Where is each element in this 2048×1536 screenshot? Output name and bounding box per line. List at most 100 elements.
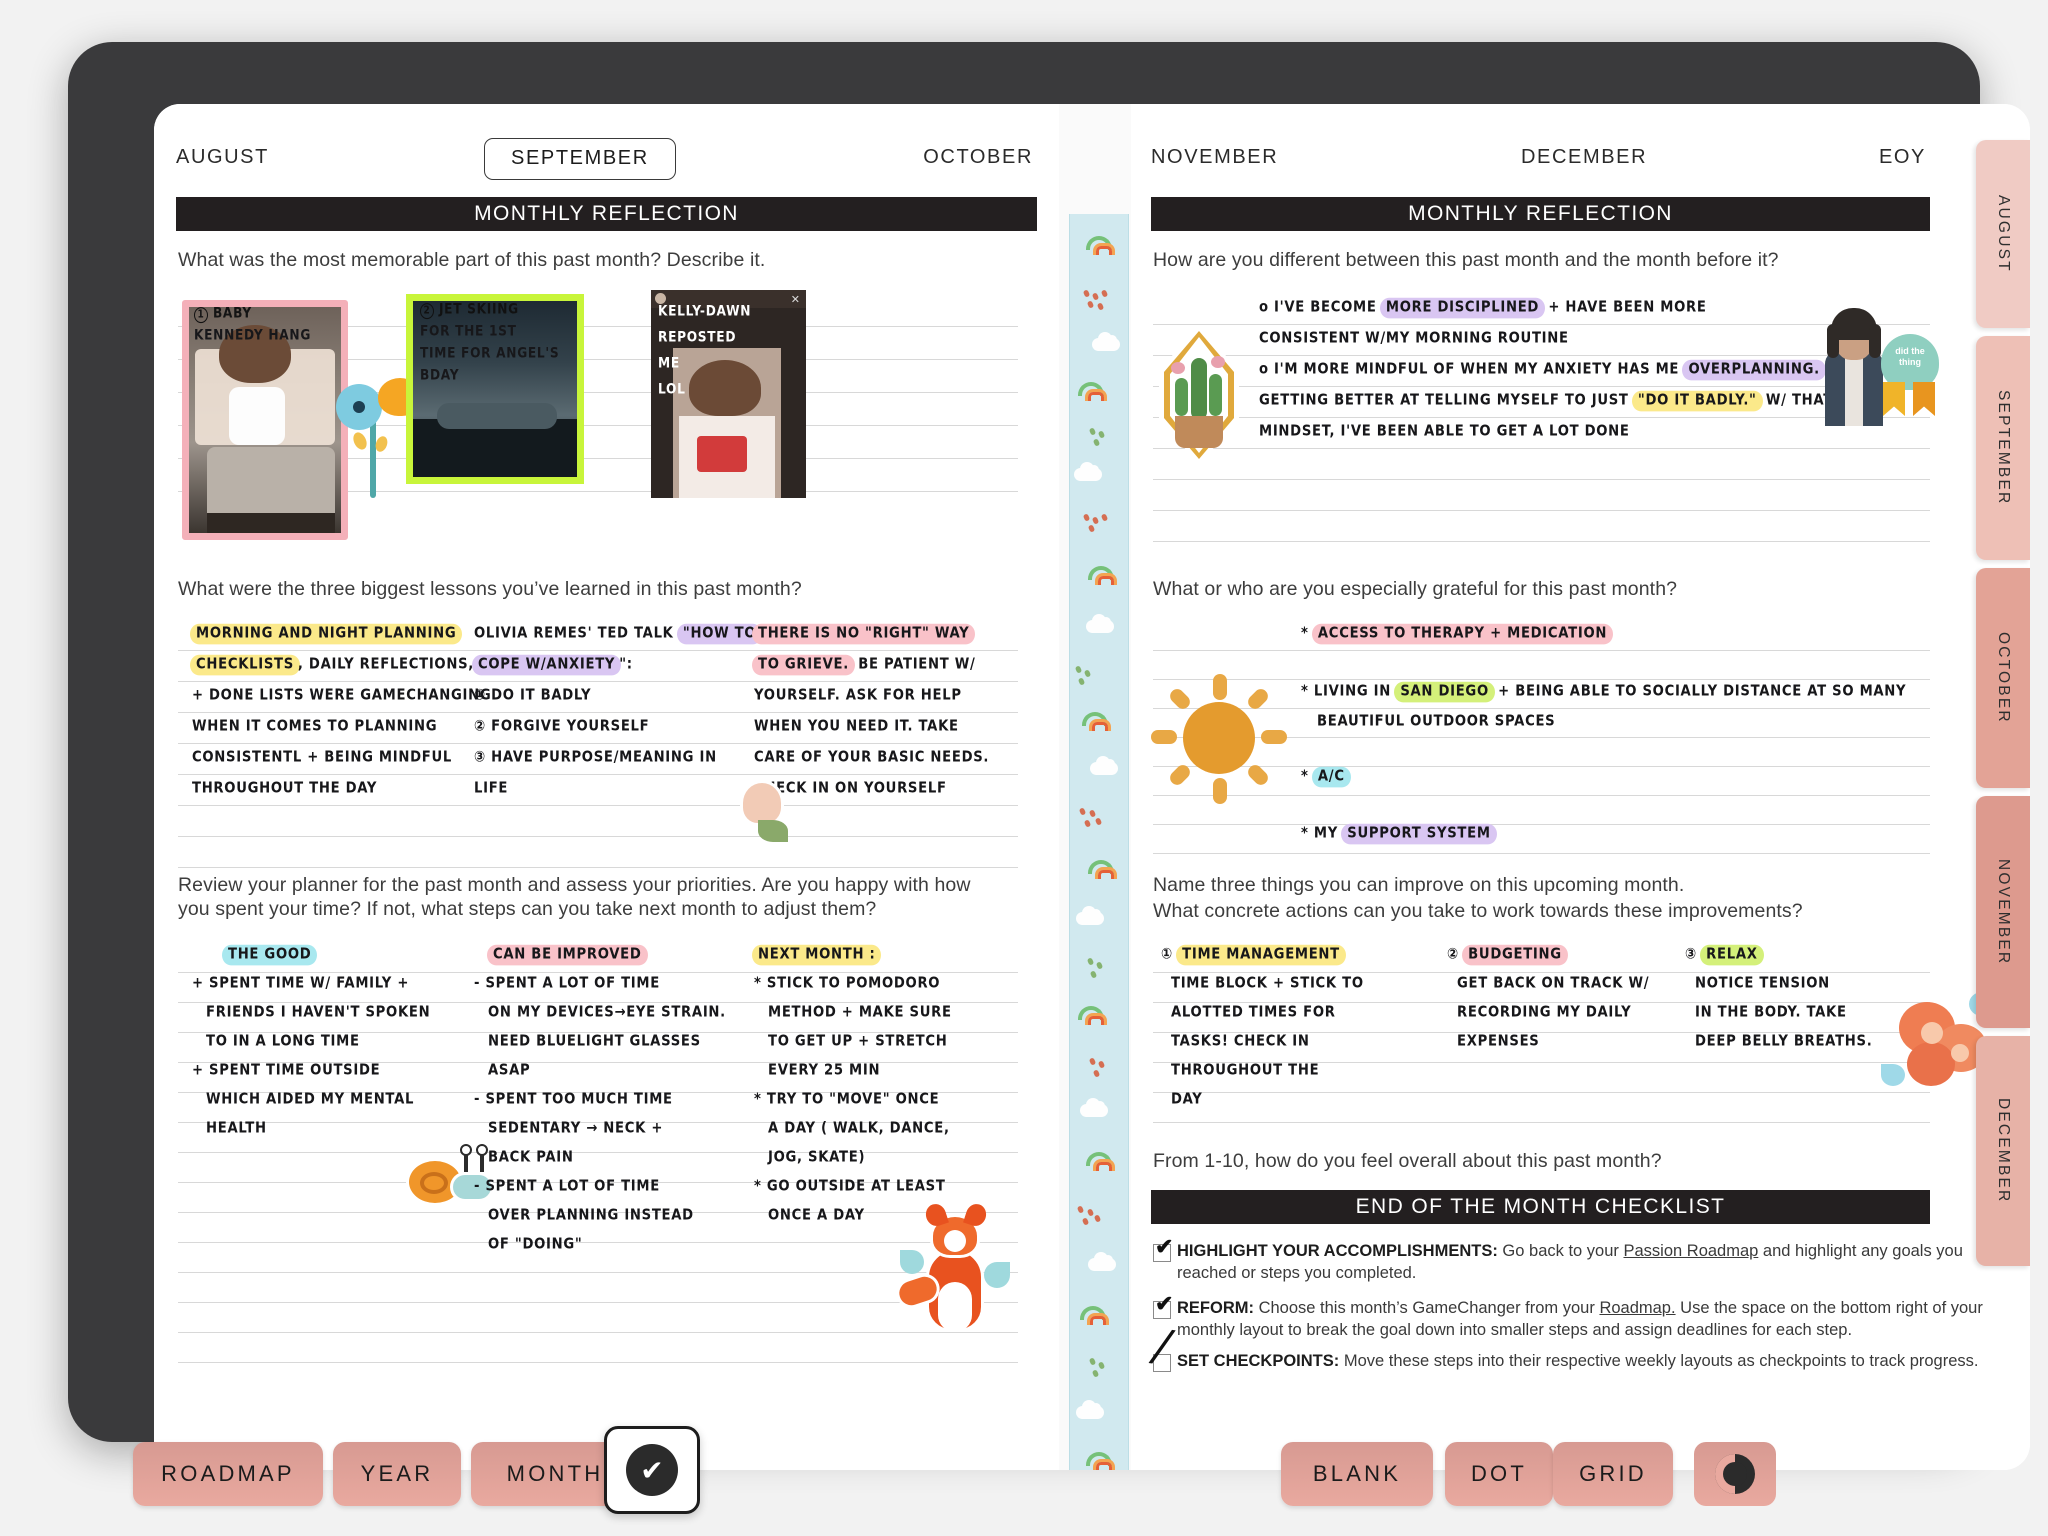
photo-caption-1b: KENNEDY HANG (194, 327, 312, 343)
link-roadmap[interactable]: Roadmap. (1599, 1299, 1675, 1317)
checklist-title-set-checkpoints: SET CHECKPOINTS: (1177, 1352, 1340, 1370)
toolbar-dot-button[interactable]: DOT (1445, 1442, 1553, 1506)
lesson-c2-r1: OLIVIA REMES' TED TALK "HOW TO (474, 623, 763, 645)
prompt-feeling-scale: From 1-10, how do you feel overall about… (1153, 1150, 1662, 1172)
cloud-icon (1092, 332, 1120, 351)
cactus-sticker (1153, 326, 1245, 466)
dots-decor (1082, 289, 1114, 312)
improve-c3-r3: DEEP BELLY BREATHS. (1695, 1032, 1873, 1051)
review-c2-r8: - SPENT A LOT OF TIME (474, 1177, 660, 1196)
improve-c2-r1: GET BACK ON TRACK W/ (1457, 974, 1650, 993)
dots-decor (1074, 665, 1106, 688)
improve-c3-r1: NOTICE TENSION (1695, 974, 1830, 993)
toolbar-grid-button[interactable]: GRID (1553, 1442, 1673, 1506)
nav-eoy-right[interactable]: EOY (1879, 146, 1926, 169)
review-c3-r1: * STICK TO POMODORO (754, 974, 941, 993)
lesson-c2-r2: COPE W/ANXIETY ": (472, 654, 633, 676)
rainbow-icon (1086, 1452, 1115, 1470)
prompt-improve-l2: What concrete actions can you take to wo… (1153, 900, 1803, 922)
review-c1-r3: TO IN A LONG TIME (206, 1032, 360, 1051)
right-banner-monthly-reflection: MONTHLY REFLECTION (1151, 197, 1930, 231)
lesson-c2-r5: ③ HAVE PURPOSE/MEANING IN (474, 748, 717, 767)
nav-prev-month-left[interactable]: AUGUST (176, 146, 269, 169)
cloud-icon (1090, 756, 1118, 775)
prompt-improve-l1: Name three things you can improve on thi… (1153, 874, 1685, 896)
dots-decor (1078, 807, 1110, 830)
photo-caption-3: KELLY-DAWN (658, 303, 752, 319)
review-c3-r4: EVERY 25 MIN (768, 1061, 881, 1080)
review-c1-r4: + SPENT TIME OUTSIDE (192, 1061, 381, 1080)
rainbow-icon (1088, 566, 1117, 585)
reflection-line-5: MINDSET, I'VE BEEN ABLE TO GET A LOT DON… (1259, 422, 1630, 441)
index-tab-august[interactable]: AUGUST (1976, 140, 2030, 328)
lesson-c1-r3: + DONE LISTS WERE GAMECHANGING (192, 686, 492, 705)
index-tab-november[interactable]: NOVEMBER (1976, 796, 2030, 1028)
index-tab-october[interactable]: OCTOBER (1976, 568, 2030, 788)
improve-c1-r4: THROUGHOUT THE (1171, 1061, 1320, 1080)
photo-caption-1: 1 BABY (194, 305, 252, 324)
rainbow-icon (1078, 382, 1107, 401)
review-c1-r2: FRIENDS I HAVEN'T SPOKEN (206, 1003, 431, 1022)
photo-caption-2d: BDAY (420, 367, 460, 383)
toolbar-roadmap-button[interactable]: ROADMAP (133, 1442, 323, 1506)
toolbar-check-toggle[interactable]: ✔ (604, 1426, 700, 1514)
lesson-c1-r5: CONSISTENTL + BEING MINDFUL (192, 748, 452, 767)
nav-current-month-left[interactable]: SEPTEMBER (484, 138, 676, 180)
gratitude-line-3: BEAUTIFUL OUTDOOR SPACES (1317, 712, 1556, 731)
review-c1-r5: WHICH AIDED MY MENTAL (206, 1090, 415, 1109)
review-c3-r6: A DAY ( WALK, DANCE, (768, 1119, 950, 1138)
prompt-review-l2: you spent your time? If not, what steps … (178, 898, 877, 920)
rainbow-icon (1086, 1152, 1115, 1171)
lesson-c1-r6: THROUGHOUT THE DAY (192, 779, 378, 798)
prompt-grateful: What or who are you especially grateful … (1153, 578, 1678, 600)
lesson-c3-r1: THERE IS NO "RIGHT" WAY (752, 623, 976, 645)
rainbow-icon (1080, 1306, 1109, 1325)
review-c3-r9: ONCE A DAY (768, 1206, 865, 1225)
nav-current-month-right[interactable]: DECEMBER (1521, 146, 1647, 169)
review-c2-r4: ASAP (488, 1061, 531, 1080)
toolbar-pen-button[interactable] (1694, 1442, 1776, 1506)
lesson-c3-r5: CARE OF YOUR BASIC NEEDS. (754, 748, 990, 767)
link-passion-roadmap[interactable]: Passion Roadmap (1624, 1242, 1759, 1260)
lesson-c2-r3: ① DO IT BADLY (474, 686, 592, 705)
improve-header-1: ① TIME MANAGEMENT (1161, 944, 1346, 966)
nav-next-month-left[interactable]: OCTOBER (923, 146, 1033, 169)
review-header-good: THE GOOD (222, 944, 318, 966)
photo-caption-2: 2 JET SKIING (420, 301, 519, 320)
review-c3-r5: * TRY TO "MOVE" ONCE (754, 1090, 940, 1109)
gratitude-line-5: * MY SUPPORT SYSTEM (1301, 823, 1497, 845)
fox-sticker (892, 1201, 1016, 1342)
cloud-icon (1074, 462, 1102, 481)
did-the-thing-badge-sticker: did the thing (1873, 334, 1951, 418)
cloud-icon (1088, 1252, 1116, 1271)
toolbar-blank-button[interactable]: BLANK (1281, 1442, 1433, 1506)
tulip-sticker (730, 780, 800, 852)
planner-page-right: NOVEMBER DECEMBER EOY MONTHLY REFLECTION… (1131, 104, 2030, 1470)
lesson-c3-r2: TO GRIEVE. BE PATIENT W/ (752, 654, 976, 676)
review-c2-r10: OF "DOING" (488, 1235, 583, 1254)
check-icon: ✔ (626, 1444, 678, 1496)
lesson-c1-r4: WHEN IT COMES TO PLANNING (192, 717, 438, 736)
lesson-c1-r2: CHECKLISTS, DAILY REFLECTIONS, (190, 654, 474, 676)
improve-c1-r2: ALOTTED TIMES FOR (1171, 1003, 1336, 1022)
index-tab-september[interactable]: SEPTEMBER (1976, 336, 2030, 560)
checklist-item-set-checkpoints: SET CHECKPOINTS: Move these steps into t… (1177, 1352, 1979, 1370)
reflection-line-4: GETTING BETTER AT TELLING MYSELF TO JUST… (1259, 390, 1833, 412)
photo-caption-3b: REPOSTED (658, 329, 737, 345)
toolbar-year-button[interactable]: YEAR (333, 1442, 461, 1506)
checklist-title-highlight: HIGHLIGHT YOUR ACCOMPLISHMENTS: (1177, 1242, 1498, 1260)
photo-caption-2b: FOR THE 1ST (420, 323, 517, 339)
index-tab-december[interactable]: DECEMBER (1976, 1036, 2030, 1266)
lesson-c3-r4: WHEN YOU NEED IT. TAKE (754, 717, 959, 736)
sun-sticker (1151, 674, 1291, 804)
dots-decor (1088, 427, 1120, 450)
rainbow-icon (1086, 236, 1115, 255)
improve-header-3: ③ RELAX (1685, 944, 1764, 966)
nav-prev-month-right[interactable]: NOVEMBER (1151, 146, 1278, 169)
washi-tape-strip (1069, 214, 1129, 1470)
cloud-icon (1076, 906, 1104, 925)
review-header-next: NEXT MONTH : (752, 944, 882, 966)
prompt-three-lessons: What were the three biggest lessons you’… (178, 578, 802, 600)
improve-c2-r2: RECORDING MY DAILY (1457, 1003, 1632, 1022)
rainbow-icon (1082, 712, 1111, 731)
